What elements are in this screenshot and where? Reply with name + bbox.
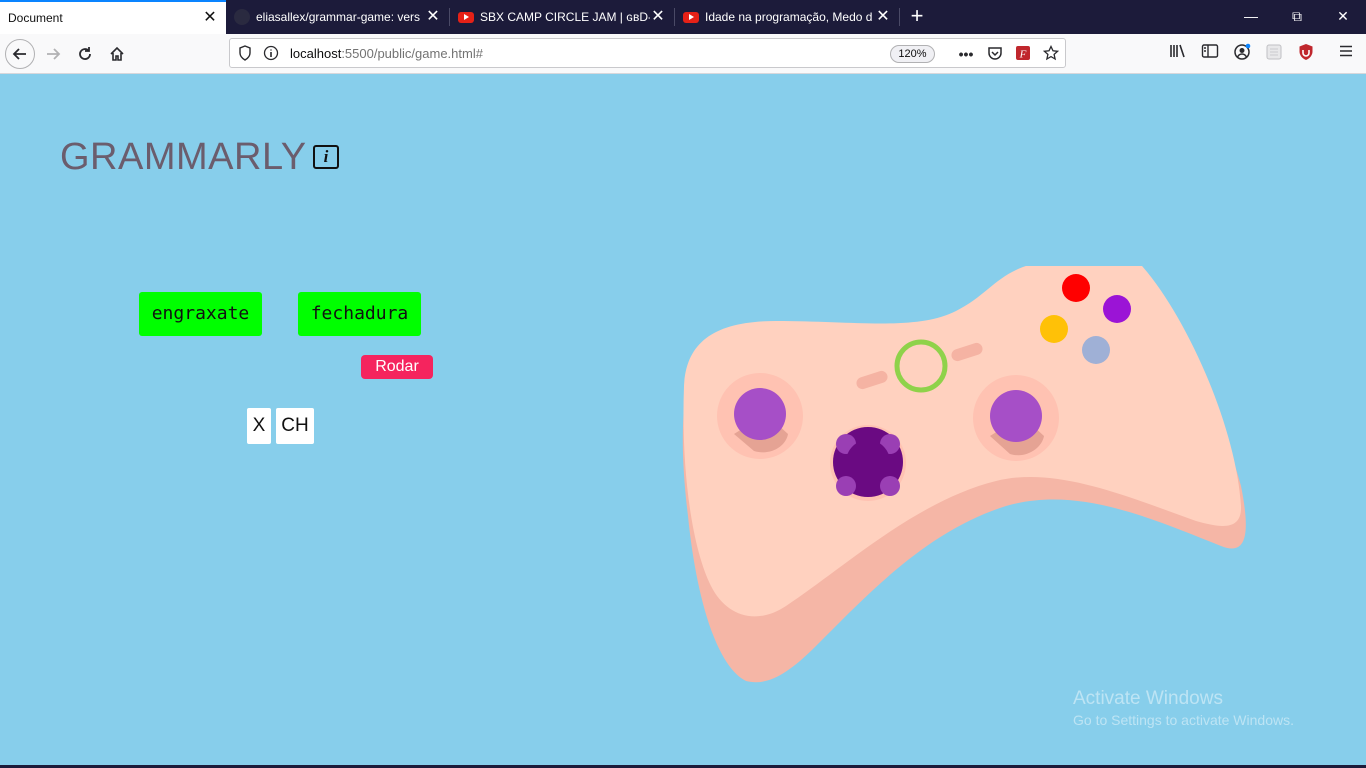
more-icon[interactable]: ••• bbox=[957, 45, 975, 63]
info-button[interactable]: i bbox=[313, 145, 339, 169]
info-icon[interactable] bbox=[262, 45, 280, 63]
game-controller-illustration bbox=[682, 266, 1246, 683]
dpad-highlight bbox=[836, 476, 856, 496]
github-icon bbox=[234, 9, 250, 25]
tab-github[interactable]: eliasallex/grammar-game: vers ✕ bbox=[226, 0, 449, 34]
home-icon bbox=[110, 46, 124, 61]
page-title: GRAMMARLY bbox=[60, 136, 307, 178]
spin-button[interactable]: Rodar bbox=[361, 355, 433, 379]
address-bar[interactable]: localhost:5500/public/game.html# 120% ••… bbox=[229, 38, 1066, 68]
zoom-indicator[interactable]: 120% bbox=[890, 45, 935, 63]
url-text: localhost:5500/public/game.html# bbox=[290, 46, 483, 61]
youtube-icon bbox=[458, 11, 474, 23]
ublock-icon[interactable] bbox=[1296, 43, 1316, 63]
action-button-blue bbox=[1082, 336, 1110, 364]
tab-strip: Document ✕ eliasallex/grammar-game: vers… bbox=[0, 0, 1366, 34]
back-icon bbox=[12, 48, 26, 60]
reload-button[interactable] bbox=[70, 39, 100, 69]
restore-button[interactable]: ⧉ bbox=[1274, 0, 1320, 34]
action-button-red bbox=[1062, 274, 1090, 302]
game-page: GRAMMARLY i engraxate fechadura Rodar X … bbox=[0, 74, 1366, 768]
left-stick bbox=[734, 388, 786, 440]
tab-youtube-sbx[interactable]: SBX CAMP CIRCLE JAM | ɢʙD-L ✕ bbox=[450, 0, 674, 34]
library-icon[interactable] bbox=[1168, 43, 1188, 63]
reload-icon bbox=[79, 47, 91, 60]
right-stick bbox=[990, 390, 1042, 442]
action-button-purple bbox=[1103, 295, 1131, 323]
letter-option-x[interactable]: X bbox=[247, 408, 271, 444]
navigation-toolbar: localhost:5500/public/game.html# 120% ••… bbox=[0, 34, 1366, 74]
tab-document[interactable]: Document ✕ bbox=[0, 0, 226, 34]
tab-youtube-idade[interactable]: Idade na programação, Medo d ✕ bbox=[675, 0, 899, 34]
new-tab-button[interactable]: + bbox=[904, 4, 930, 30]
url-host: localhost bbox=[290, 46, 342, 61]
tab-separator bbox=[899, 8, 900, 26]
url-path: :5500/public/game.html# bbox=[341, 46, 483, 61]
tab-close-icon[interactable]: ✕ bbox=[875, 9, 891, 25]
pocket-icon[interactable] bbox=[986, 45, 1004, 63]
tab-close-icon[interactable]: ✕ bbox=[202, 10, 218, 26]
sidebar-icon[interactable] bbox=[1200, 43, 1220, 63]
forward-button[interactable] bbox=[38, 39, 68, 69]
home-button[interactable] bbox=[102, 39, 132, 69]
letter-option-ch[interactable]: CH bbox=[276, 408, 314, 444]
youtube-icon bbox=[683, 11, 699, 23]
tab-close-icon[interactable]: ✕ bbox=[425, 9, 441, 25]
tab-close-icon[interactable]: ✕ bbox=[650, 9, 666, 25]
shield-icon[interactable] bbox=[236, 45, 254, 63]
bookmark-star-icon[interactable] bbox=[1042, 44, 1060, 63]
back-button[interactable] bbox=[5, 39, 35, 69]
watermark-title: Activate Windows bbox=[1073, 688, 1223, 709]
tab-title: eliasallex/grammar-game: vers bbox=[256, 10, 421, 24]
extension-icon[interactable]: F bbox=[1014, 45, 1032, 63]
word-card-engraxate[interactable]: engraxate bbox=[139, 292, 262, 336]
tab-title: Document bbox=[8, 11, 63, 25]
container-icon[interactable] bbox=[1264, 43, 1284, 63]
word-card-fechadura[interactable]: fechadura bbox=[298, 292, 421, 336]
forward-icon bbox=[47, 48, 61, 60]
account-icon[interactable] bbox=[1232, 43, 1252, 63]
dpad-center bbox=[846, 440, 890, 484]
tab-title: Idade na programação, Medo d bbox=[705, 10, 873, 24]
watermark-subtitle: Go to Settings to activate Windows. bbox=[1073, 712, 1294, 728]
dpad-highlight bbox=[880, 476, 900, 496]
svg-text:F: F bbox=[1019, 49, 1027, 61]
menu-icon[interactable] bbox=[1336, 43, 1356, 63]
close-window-button[interactable]: ✕ bbox=[1320, 0, 1366, 34]
minimize-button[interactable]: — bbox=[1228, 0, 1274, 34]
action-button-yellow bbox=[1040, 315, 1068, 343]
activate-windows-watermark: Activate Windows Go to Settings to activ… bbox=[1073, 688, 1294, 728]
tab-title: SBX CAMP CIRCLE JAM | ɢʙD-L bbox=[480, 10, 650, 24]
